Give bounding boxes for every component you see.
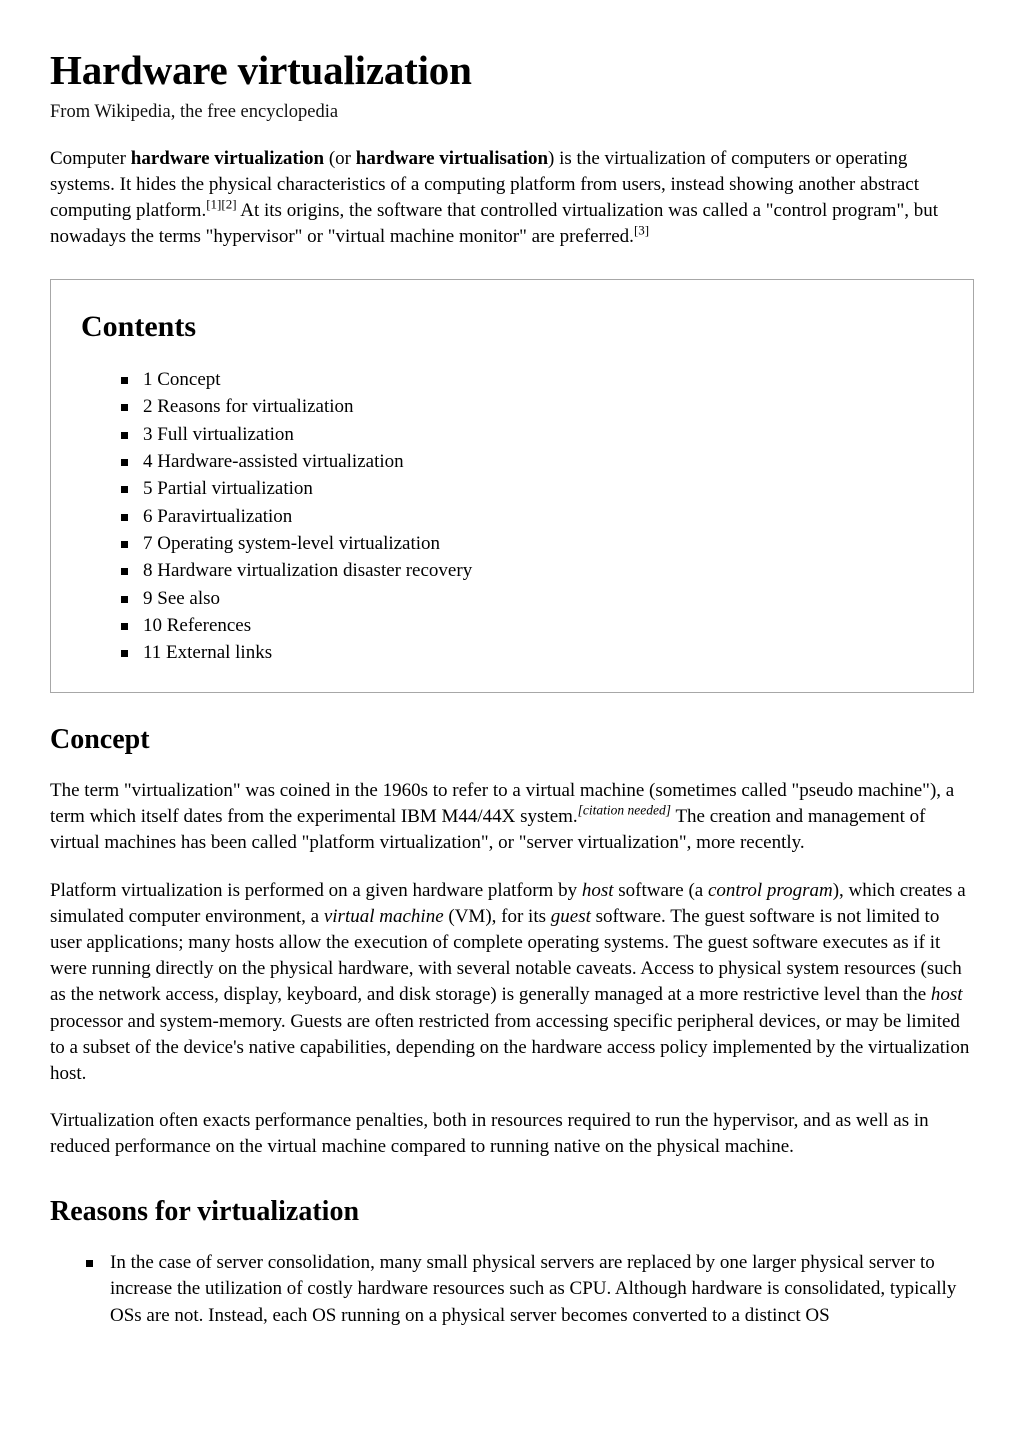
toc-item[interactable]: 8 Hardware virtualization disaster recov… xyxy=(121,557,951,584)
toc-item[interactable]: 1 Concept xyxy=(121,366,951,393)
concept-paragraph-3: Virtualization often exacts performance … xyxy=(50,1110,929,1158)
toc-item-label[interactable]: 1 Concept xyxy=(143,369,221,390)
toc-item-label[interactable]: 6 Paravirtualization xyxy=(143,506,292,527)
citation-needed-marker[interactable]: [citation needed] xyxy=(578,803,671,818)
toc-heading: Contents xyxy=(81,309,197,343)
concept-p2-italic-3: virtual machine xyxy=(323,905,444,927)
intro-bold-term-2: hardware virtualisation xyxy=(355,147,549,169)
concept-p2-text-6: processor and system-memory. Guests are … xyxy=(50,1010,970,1085)
concept-p2-italic-2: control program xyxy=(707,879,833,901)
toc-item-label[interactable]: 7 Operating system-level virtualization xyxy=(143,533,440,554)
intro-bold-term-1: hardware virtualization xyxy=(130,147,325,169)
toc-item-label[interactable]: 8 Hardware virtualization disaster recov… xyxy=(143,560,472,581)
concept-p2-text-4: (VM), for its xyxy=(443,905,551,927)
table-of-contents: Contents 1 Concept 2 Reasons for virtual… xyxy=(50,278,974,694)
intro-paragraph: Computer hardware virtualization (or har… xyxy=(50,146,970,251)
list-item: In the case of server consolidation, man… xyxy=(86,1250,970,1329)
toc-item-label[interactable]: 9 See also xyxy=(143,588,220,609)
reference-marker-3[interactable]: [3] xyxy=(634,223,649,238)
article-page: Hardware virtualization From Wikipedia, … xyxy=(0,0,1020,1442)
intro-text-2: (or xyxy=(324,147,356,169)
intro-text-1: Computer xyxy=(50,147,131,169)
toc-item-label[interactable]: 4 Hardware-assisted virtualization xyxy=(143,451,404,472)
toc-item-label[interactable]: 10 References xyxy=(143,615,251,636)
list-item-text: In the case of server consolidation, man… xyxy=(110,1252,957,1326)
concept-p2-italic-5: host xyxy=(930,984,963,1006)
toc-item-label[interactable]: 2 Reasons for virtualization xyxy=(143,396,354,417)
toc-list: 1 Concept 2 Reasons for virtualization 3… xyxy=(73,366,951,666)
toc-item-label[interactable]: 5 Partial virtualization xyxy=(143,478,313,499)
toc-item[interactable]: 11 External links xyxy=(121,639,951,666)
concept-p2-italic-4: guest xyxy=(550,905,591,927)
toc-item[interactable]: 10 References xyxy=(121,612,951,639)
concept-p2-italic-1: host xyxy=(581,879,614,901)
toc-item[interactable]: 7 Operating system-level virtualization xyxy=(121,530,951,557)
site-tagline: From Wikipedia, the free encyclopedia xyxy=(50,101,339,122)
concept-paragraph-2: Platform virtualization is performed on … xyxy=(50,878,970,1088)
toc-item[interactable]: 6 Paravirtualization xyxy=(121,503,951,530)
section-heading-reasons: Reasons for virtualization xyxy=(50,1195,360,1227)
reference-marker-1[interactable]: [1] xyxy=(206,197,221,212)
toc-item[interactable]: 2 Reasons for virtualization xyxy=(121,393,951,420)
concept-p2-text-1: Platform virtualization is performed on … xyxy=(50,879,582,901)
toc-item-label[interactable]: 3 Full virtualization xyxy=(143,424,294,445)
toc-item-label[interactable]: 11 External links xyxy=(143,642,272,663)
reasons-bullet-list: In the case of server consolidation, man… xyxy=(50,1250,970,1329)
section-heading-concept: Concept xyxy=(50,724,150,756)
toc-item[interactable]: 5 Partial virtualization xyxy=(121,475,951,502)
concept-paragraph-1: The term "virtualization" was coined in … xyxy=(50,778,970,857)
reference-marker-2[interactable]: [2] xyxy=(221,197,236,212)
concept-p2-text-2: software (a xyxy=(613,879,708,901)
toc-item[interactable]: 4 Hardware-assisted virtualization xyxy=(121,448,951,475)
toc-item[interactable]: 3 Full virtualization xyxy=(121,421,951,448)
page-title: Hardware virtualization xyxy=(50,47,472,93)
toc-item[interactable]: 9 See also xyxy=(121,585,951,612)
